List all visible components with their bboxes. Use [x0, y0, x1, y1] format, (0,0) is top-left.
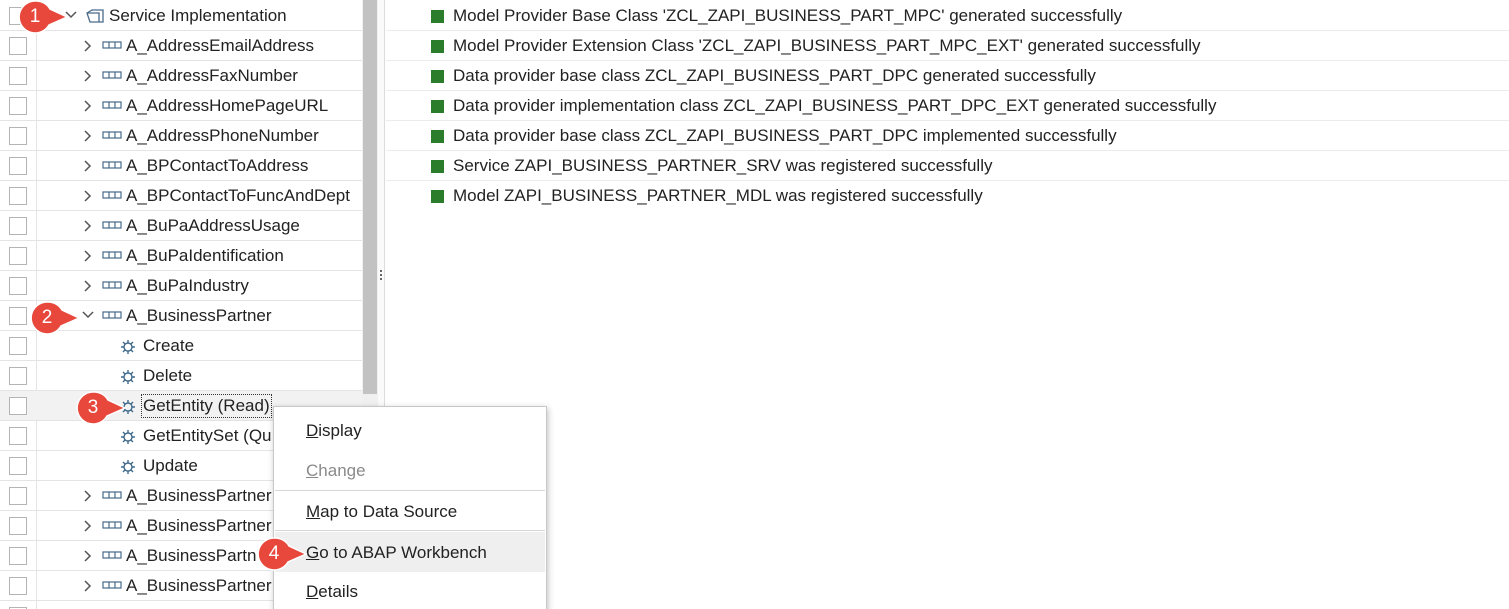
tree-entity-label[interactable]: A_BusinessPartner — [126, 486, 272, 506]
row-checkbox[interactable] — [9, 337, 27, 355]
message-row: Model Provider Extension Class 'ZCL_ZAPI… — [386, 31, 1509, 61]
tree-operation-label[interactable]: Create — [143, 336, 194, 356]
menu-item-map-to-data-source[interactable]: Map to Data Source — [275, 492, 545, 530]
tree-entity-label[interactable]: A_BusinessPartn — [126, 546, 256, 566]
row-checkbox[interactable] — [9, 217, 27, 235]
menu-separator — [275, 490, 545, 491]
row-checkbox[interactable] — [9, 247, 27, 265]
row-checkbox[interactable] — [9, 67, 27, 85]
chevron-right-icon[interactable] — [80, 571, 96, 601]
tree-row-entity[interactable]: A_BuPaAddressUsage — [0, 211, 362, 241]
step-badge-3: 3 — [75, 390, 127, 426]
tree-entity-label[interactable]: A_BuPaIndustry — [126, 276, 249, 296]
tree-row-operation[interactable]: Delete — [0, 361, 362, 391]
message-text: Data provider implementation class ZCL_Z… — [453, 96, 1217, 115]
splitter-grip-icon[interactable] — [380, 270, 383, 284]
row-checkbox[interactable] — [9, 427, 27, 445]
tree-row-entity[interactable]: A_AddressFaxNumber — [0, 61, 362, 91]
success-status-icon — [431, 70, 444, 83]
menu-item-details[interactable]: Details — [275, 572, 545, 609]
message-text: Model Provider Extension Class 'ZCL_ZAPI… — [453, 36, 1201, 55]
step-badge-1: 1 — [17, 0, 69, 35]
tree-entity-label[interactable]: A_AddressFaxNumber — [126, 66, 298, 86]
success-status-icon — [431, 40, 444, 53]
step-badge-4: 4 — [256, 536, 308, 572]
row-checkbox[interactable] — [9, 97, 27, 115]
message-text: Model Provider Base Class 'ZCL_ZAPI_BUSI… — [453, 6, 1123, 25]
row-checkbox[interactable] — [9, 127, 27, 145]
chevron-right-icon[interactable] — [80, 481, 96, 511]
row-checkbox[interactable] — [9, 577, 27, 595]
message-row: Data provider base class ZCL_ZAPI_BUSINE… — [386, 121, 1509, 151]
row-checkbox[interactable] — [9, 487, 27, 505]
context-menu: Display Change Map to Data Source Go to … — [273, 406, 547, 609]
row-checkbox[interactable] — [9, 367, 27, 385]
menu-separator — [275, 530, 545, 531]
chevron-right-icon[interactable] — [80, 91, 96, 121]
menu-item-display[interactable]: Display — [275, 411, 545, 449]
success-status-icon — [431, 130, 444, 143]
chevron-right-icon[interactable] — [80, 271, 96, 301]
menu-item-change: Change — [306, 461, 366, 480]
message-row: Model ZAPI_BUSINESS_PARTNER_MDL was regi… — [386, 181, 1509, 211]
tree-row-entity[interactable]: A_BuPaIdentification — [0, 241, 362, 271]
tree-operation-label[interactable]: GetEntity (Read) — [141, 394, 272, 418]
row-checkbox[interactable] — [9, 277, 27, 295]
message-row: Data provider implementation class ZCL_Z… — [386, 91, 1509, 121]
tree-entity-label[interactable]: A_BuPaIdentification — [126, 246, 284, 266]
tree-scrollbar-thumb[interactable] — [363, 0, 377, 394]
chevron-down-icon[interactable] — [79, 301, 95, 331]
tree-entity-label[interactable]: A_BusinessPartner — [126, 306, 272, 326]
row-checkbox[interactable] — [9, 397, 27, 415]
step-badge-2: 2 — [29, 300, 81, 336]
row-checkbox[interactable] — [9, 517, 27, 535]
tree-operation-label[interactable]: Delete — [143, 366, 192, 386]
tree-entity-label[interactable]: A_AddressHomePageURL — [126, 96, 328, 116]
message-text: Service ZAPI_BUSINESS_PARTNER_SRV was re… — [453, 156, 993, 175]
success-status-icon — [431, 10, 444, 23]
message-text: Model ZAPI_BUSINESS_PARTNER_MDL was regi… — [453, 186, 983, 205]
message-text: Data provider base class ZCL_ZAPI_BUSINE… — [453, 126, 1117, 145]
success-status-icon — [431, 190, 444, 203]
tree-root-label[interactable]: Service Implementation — [109, 6, 287, 26]
chevron-right-icon[interactable] — [80, 211, 96, 241]
menu-item-go-to-abap-workbench[interactable]: Go to ABAP Workbench — [275, 532, 545, 572]
tree-row-entity[interactable]: A_BPContactToFuncAndDept — [0, 181, 362, 211]
message-row: Data provider base class ZCL_ZAPI_BUSINE… — [386, 61, 1509, 91]
tree-entity-label[interactable]: A_BPContactToFuncAndDept — [126, 186, 350, 206]
row-checkbox[interactable] — [9, 307, 27, 325]
message-row: Service ZAPI_BUSINESS_PARTNER_SRV was re… — [386, 151, 1509, 181]
tree-entity-label[interactable]: A_BusinessPartner — [126, 516, 272, 536]
tree-operation-label[interactable]: Update — [143, 456, 198, 476]
chevron-right-icon[interactable] — [80, 151, 96, 181]
success-status-icon — [431, 160, 444, 173]
row-checkbox[interactable] — [9, 547, 27, 565]
tree-entity-label[interactable]: A_AddressPhoneNumber — [126, 126, 319, 146]
tree-operation-label[interactable]: GetEntitySet (Qu — [143, 426, 272, 446]
row-checkbox[interactable] — [9, 187, 27, 205]
tree-entity-label[interactable]: A_BuPaAddressUsage — [126, 216, 300, 236]
chevron-right-icon[interactable] — [80, 241, 96, 271]
chevron-right-icon[interactable] — [80, 511, 96, 541]
tree-entity-label[interactable]: A_BPContactToAddress — [126, 156, 308, 176]
row-checkbox[interactable] — [9, 37, 27, 55]
tree-row-entity[interactable]: A_BPContactToAddress — [0, 151, 362, 181]
tree-entity-label[interactable]: A_BusinessPartner — [126, 576, 272, 596]
row-checkbox[interactable] — [9, 457, 27, 475]
chevron-right-icon[interactable] — [80, 61, 96, 91]
chevron-right-icon[interactable] — [80, 181, 96, 211]
message-row: Model Provider Base Class 'ZCL_ZAPI_BUSI… — [386, 1, 1509, 31]
tree-row-entity[interactable]: A_AddressHomePageURL — [0, 91, 362, 121]
message-text: Data provider base class ZCL_ZAPI_BUSINE… — [453, 66, 1096, 85]
tree-row-entity[interactable]: A_BuPaIndustry — [0, 271, 362, 301]
success-status-icon — [431, 100, 444, 113]
chevron-right-icon[interactable] — [80, 31, 96, 61]
tree-row-entity[interactable]: A_AddressPhoneNumber — [0, 121, 362, 151]
row-checkbox[interactable] — [9, 157, 27, 175]
tree-entity-label[interactable]: A_AddressEmailAddress — [126, 36, 314, 56]
chevron-right-icon[interactable] — [80, 541, 96, 571]
tree-row-entity[interactable]: A_AddressEmailAddress — [0, 31, 362, 61]
chevron-right-icon[interactable] — [80, 121, 96, 151]
